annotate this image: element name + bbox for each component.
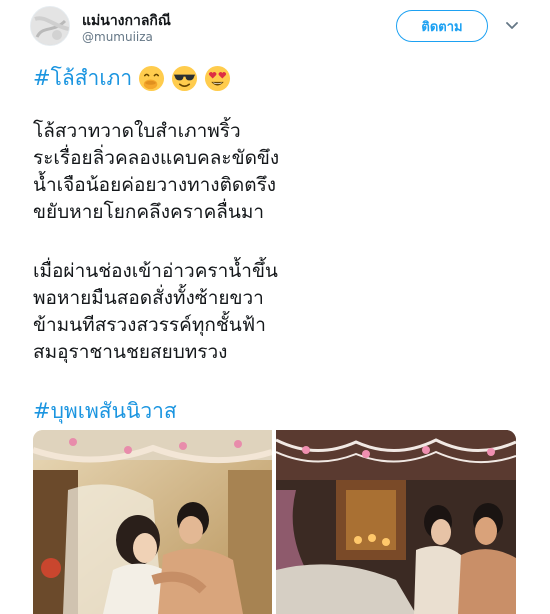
hashtag-link[interactable]: #บุพเพสันนิวาส [33, 399, 177, 423]
avatar[interactable] [30, 6, 70, 46]
tweet-text-stanza-1: โล้สวาทวาดใบสำเภาพริ้วระเรื่อยลิ่วคลองแค… [33, 118, 279, 226]
hashtag-line-bottom: #บุพเพสันนิวาส [33, 395, 177, 428]
poem-line: สมอุราชานชยสยบทรวง [33, 341, 228, 363]
user-display-name[interactable]: แม่นางกาลกิณี [82, 10, 171, 32]
tweet-media [33, 430, 516, 614]
poem-line: ข้ามนทีสรวงสวรรค์ทุกชั้นฟ้า [33, 314, 266, 336]
tweet-header: แม่นางกาลกิณี @mumuiiza ติดตาม [30, 6, 530, 50]
smiling-face-with-heart-eyes-emoji [204, 65, 231, 92]
poem-line: เมื่อผ่านช่องเข้าอ่าวคราน้ำขึ้น [33, 260, 278, 282]
chevron-down-icon[interactable] [500, 14, 524, 38]
tweet-photo[interactable] [33, 430, 272, 614]
hashtag-line: #โล้สำเภา [33, 62, 231, 94]
user-handle[interactable]: @mumuiiza [82, 30, 153, 44]
poem-line: พอหายมืนสอดสั่งทั้งซ้ายขวา [33, 287, 264, 309]
face-with-hand-over-mouth-emoji [138, 65, 165, 92]
follow-button[interactable]: ติดตาม [396, 10, 488, 42]
poem-line: ระเรื่อยลิ่วคลองแคบคละขัดขึง [33, 147, 280, 169]
hashtag-link[interactable]: #โล้สำเภา [33, 62, 132, 95]
tweet-photo[interactable] [276, 430, 516, 614]
poem-line: โล้สวาทวาดใบสำเภาพริ้ว [33, 120, 241, 142]
tweet: แม่นางกาลกิณี @mumuiiza ติดตาม #โล้สำเภา [0, 0, 550, 614]
tweet-text-stanza-2: เมื่อผ่านช่องเข้าอ่าวคราน้ำขึ้นพอหายมืนส… [33, 258, 278, 366]
poem-line: ขยับหายโยกคลึงคราคลื่นมา [33, 201, 265, 223]
smiling-face-with-sunglasses-emoji [171, 65, 198, 92]
poem-line: น้ำเจือน้อยค่อยวางทางติดตรึง [33, 174, 277, 196]
